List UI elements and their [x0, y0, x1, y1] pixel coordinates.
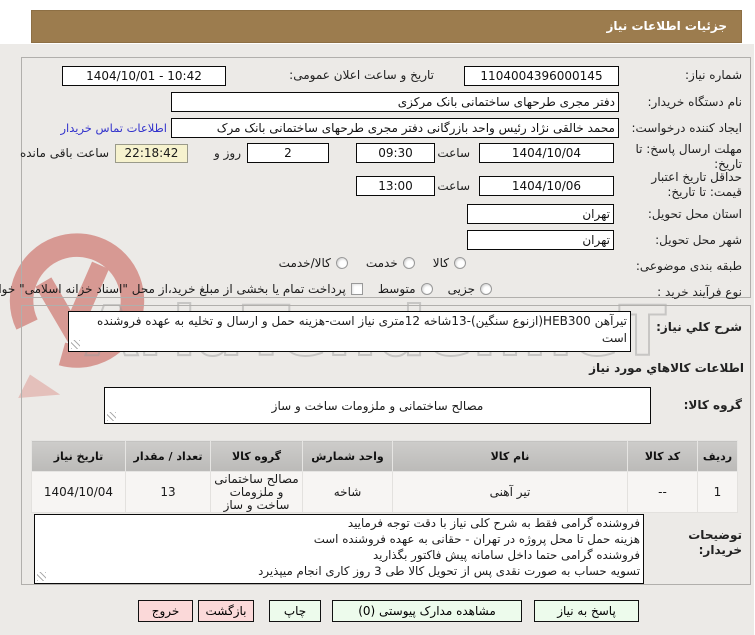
col-goods-group: گروه کالا [211, 440, 304, 472]
goods-group-text: مصالح ساختمانی و ملزومات ساخت و ساز [272, 398, 485, 413]
reply-deadline-time-field[interactable] [357, 143, 436, 163]
goods-table-header-row: ردیف کد کالا نام کالا واحد شمارش گروه کا… [32, 440, 739, 472]
price-validity-hour-label: ساعت [438, 179, 471, 193]
service-radio[interactable] [403, 257, 416, 269]
cell-goods-name: تیر آهنی [393, 471, 629, 513]
price-validity-date-field[interactable] [480, 176, 615, 196]
delivery-city-field[interactable] [468, 230, 615, 250]
goods-radio[interactable] [455, 257, 467, 269]
buyer-note-line: تسویه حساب به صورت نقدی پس از تحویل کالا… [259, 564, 641, 578]
minor-option-label: جزیی [448, 282, 476, 296]
minor-radio[interactable] [481, 283, 493, 295]
resize-handle-icon[interactable] [108, 412, 117, 421]
price-validity-label: حداقل تاریخ اعتبار قیمت: تا تاریخ: [652, 170, 743, 199]
table-row: 1 -- تیر آهنی شاخه مصالح ساختمانی و ملزو… [32, 471, 739, 513]
resize-handle-icon[interactable] [72, 340, 81, 349]
cell-row-number: 1 [698, 471, 739, 513]
goods-section-title: اطلاعات کالاهاي مورد نیاز [590, 361, 745, 375]
col-goods-name: نام کالا [393, 440, 629, 472]
purchase-process-options: جزیی متوسط پرداخت تمام یا بخشی از مبلغ خ… [0, 282, 493, 296]
announce-datetime-label: تاریخ و ساعت اعلان عمومی: [290, 68, 435, 82]
request-creator-label: ایجاد کننده درخواست: [632, 121, 743, 135]
reply-to-need-button[interactable]: پاسخ به نیاز [535, 600, 640, 622]
announce-datetime-field[interactable] [63, 66, 227, 86]
treasury-docs-label: پرداخت تمام یا بخشی از مبلغ خرید،از محل … [0, 282, 347, 296]
goods-group-textarea[interactable]: مصالح ساختمانی و ملزومات ساخت و ساز [105, 387, 652, 424]
need-desc-text: تیرآهن HEB300(ازنوع سنگین)-13شاخه 12متری… [98, 314, 628, 345]
cell-count-unit: شاخه [303, 471, 394, 513]
option-service[interactable]: خدمت [367, 256, 416, 270]
col-row-number: ردیف [698, 440, 739, 472]
option-goods[interactable]: کالا [434, 256, 467, 270]
medium-option-label: متوسط [378, 282, 417, 296]
col-need-date: تاریخ نیاز [32, 440, 127, 472]
goods-table: ردیف کد کالا نام کالا واحد شمارش گروه کا… [32, 440, 739, 513]
option-medium[interactable]: متوسط [379, 282, 434, 296]
cell-need-date: 1404/10/04 [32, 471, 127, 513]
buyer-note-line: فروشنده گرامی حتما داخل سامانه پیش فاکتو… [373, 548, 641, 562]
hours-remaining-label: ساعت باقی مانده [20, 146, 110, 160]
print-button[interactable]: چاپ [270, 600, 322, 622]
goods-option-label: کالا [433, 256, 450, 270]
buyer-notes-label: توضیحات خریدار: [689, 528, 743, 557]
remaining-days-field[interactable] [248, 143, 330, 163]
buyer-org-field[interactable] [172, 92, 620, 112]
buyer-org-label: نام دستگاه خریدار: [648, 95, 744, 109]
subject-class-label: طبقه بندی موضوعی: [636, 259, 743, 273]
reply-deadline-date-field[interactable] [480, 143, 615, 163]
exit-button[interactable]: خروج [139, 600, 194, 622]
purchase-process-label: نوع فرآیند خرید : [658, 285, 743, 299]
col-goods-code: کد کالا [628, 440, 699, 472]
option-goods-service[interactable]: کالا/خدمت [280, 256, 349, 270]
buyer-note-line: هزینه حمل تا محل پروژه در تهران - حقانی … [314, 532, 641, 546]
treasury-docs-option[interactable]: پرداخت تمام یا بخشی از مبلغ خرید،از محل … [0, 282, 364, 296]
page-title: جزئیات اطلاعات نیاز [32, 10, 743, 43]
delivery-province-field[interactable] [468, 204, 615, 224]
treasury-docs-checkbox[interactable] [351, 283, 364, 295]
col-count-unit: واحد شمارش [303, 440, 394, 472]
goods-service-radio[interactable] [336, 257, 349, 269]
goods-service-option-label: کالا/خدمت [279, 256, 332, 270]
view-attachments-button[interactable]: مشاهده مدارک پیوستی (0) [333, 600, 523, 622]
option-minor[interactable]: جزیی [449, 282, 493, 296]
need-desc-textarea[interactable]: تیرآهن HEB300(ازنوع سنگین)-13شاخه 12متری… [69, 311, 632, 352]
delivery-province-label: استان محل تحویل: [648, 207, 743, 221]
request-creator-field[interactable] [172, 118, 620, 138]
buyer-notes-textarea[interactable]: فروشنده گرامی فقط به شرح کلی نیاز با دقت… [35, 514, 645, 584]
cell-goods-code: -- [628, 471, 699, 513]
resize-handle-icon[interactable] [38, 572, 47, 581]
need-number-field[interactable] [465, 66, 620, 86]
delivery-city-label: شهر محل تحویل: [656, 233, 743, 247]
price-validity-time-field[interactable] [357, 176, 436, 196]
need-details-page: { "header": { "title": "جزئیات اطلاعات ن… [0, 0, 755, 635]
need-number-label: شماره نیاز: [686, 68, 743, 82]
subject-class-options: کالا خدمت کالا/خدمت [280, 256, 467, 270]
countdown-timer: 22:18:42 [116, 144, 189, 163]
buyer-note-line: فروشنده گرامی فقط به شرح کلی نیاز با دقت… [348, 516, 641, 530]
buyer-contact-link[interactable]: اطلاعات تماس خریدار [61, 121, 168, 135]
reply-deadline-label: مهلت ارسال پاسخ: تا تاریخ: [636, 142, 743, 171]
back-button[interactable]: بازگشت [199, 600, 255, 622]
goods-group-label: گروه کالا: [684, 398, 743, 412]
cell-goods-group: مصالح ساختمانی و ملزومات ساخت و ساز [211, 471, 304, 513]
days-and-label: روز و [215, 146, 242, 160]
medium-radio[interactable] [421, 283, 434, 295]
need-desc-label: شرح كلي نیاز: [657, 320, 743, 334]
cell-quantity: 13 [126, 471, 212, 513]
col-quantity: تعداد / مقدار [126, 440, 212, 472]
reply-deadline-hour-label: ساعت [438, 146, 471, 160]
service-option-label: خدمت [366, 256, 399, 270]
